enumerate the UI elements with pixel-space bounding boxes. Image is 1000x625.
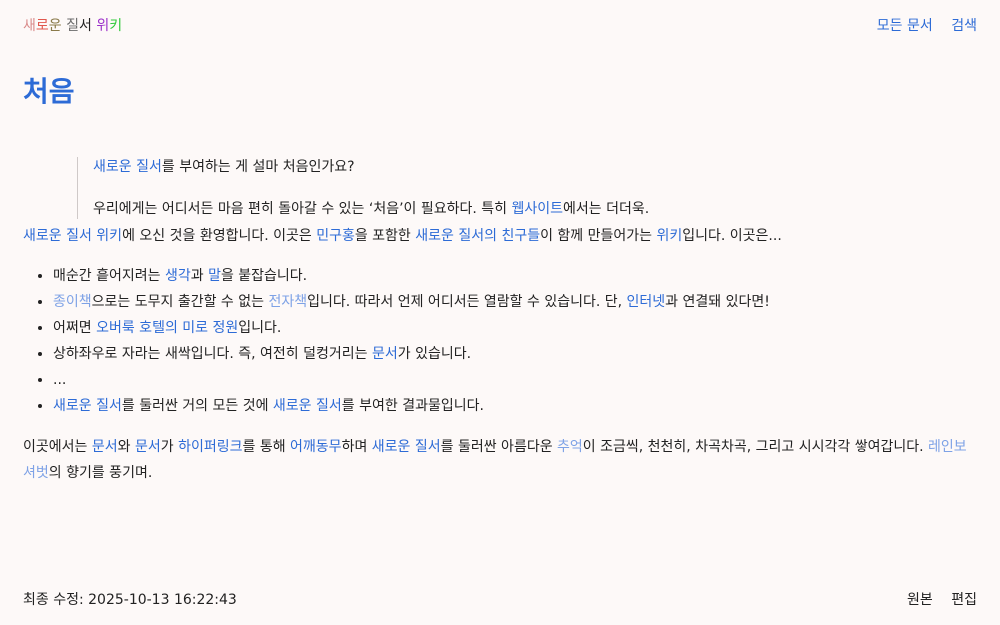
inline-link[interactable]: 문서: [372, 346, 398, 362]
inline-link[interactable]: 오버룩 호텔의 미로 정원: [96, 320, 238, 336]
last-modified-text: 최종 수정: 2025-10-13 16:22:43: [23, 592, 237, 608]
intro-paragraph: 새로운 질서 위키에 오신 것을 환영합니다. 이곳은 민구홍을 포함한 새로운…: [23, 226, 977, 246]
inline-link[interactable]: 새로운 질서 위키: [23, 228, 122, 244]
inline-text: 이곳에서는: [23, 439, 92, 455]
inline-link[interactable]: 문서: [135, 439, 161, 455]
list-item: ...: [53, 367, 977, 393]
footer-actions: 원본 편집: [893, 589, 977, 609]
quote-line-1: 새로운 질서를 부여하는 게 설마 처음인가요?: [93, 157, 793, 177]
site-title-char: 운: [48, 18, 62, 34]
search-link[interactable]: 검색: [951, 18, 977, 34]
site-title-char: 질: [66, 18, 80, 34]
inline-text: 를 부여한 결과물입니다.: [341, 398, 484, 414]
top-nav: 모든 문서 검색: [863, 15, 977, 35]
inline-text: 하며: [341, 439, 372, 455]
inline-link[interactable]: 하이퍼링크: [178, 439, 242, 455]
page-title: 처음: [23, 75, 75, 108]
inline-text: 을 포함한: [354, 228, 416, 244]
inline-link[interactable]: 위키: [656, 228, 682, 244]
top-bar: 새로운 질서 위키 모든 문서 검색: [23, 14, 977, 36]
site-title-char: 키: [109, 18, 123, 34]
inline-text: 으로는 도무지 출간할 수 없는: [91, 294, 269, 310]
feature-list: 매순간 흩어지려는 생각과 말을 붙잡습니다.종이책으로는 도무지 출간할 수 …: [23, 263, 977, 419]
inline-text: 가 있습니다.: [397, 346, 472, 362]
footer: 최종 수정: 2025-10-13 16:22:43 원본 편집: [23, 588, 977, 610]
inline-text: 이 조금씩, 천천히, 차곡차곡, 그리고 시시각각 쌓여갑니다.: [582, 439, 928, 455]
inline-text: 과: [190, 268, 209, 284]
edit-link[interactable]: 편집: [951, 592, 977, 608]
inline-text: 어쩌면: [53, 320, 97, 336]
inline-link[interactable]: 전자책: [268, 294, 307, 310]
inline-text: 과 연결돼 있다면!: [665, 294, 770, 310]
inline-text: ...: [53, 372, 67, 388]
page: 새로운 질서 위키 모든 문서 검색 처음 새로운 질서를 부여하는 게 설마 …: [0, 0, 1000, 625]
inline-text: 가: [160, 439, 179, 455]
inline-text: 를 둘러싼 거의 모든 것에: [121, 398, 273, 414]
inline-text: 입니다. 따라서 언제 어디서든 열람할 수 있습니다. 단,: [307, 294, 627, 310]
list-item: 상하좌우로 자라는 새싹입니다. 즉, 여전히 덜컹거리는 문서가 있습니다.: [53, 341, 977, 367]
inline-link[interactable]: 인터넷: [627, 294, 666, 310]
inline-text: 의 향기를 풍기며.: [48, 465, 153, 481]
inline-text: 을 붙잡습니다.: [220, 268, 308, 284]
all-documents-link[interactable]: 모든 문서: [877, 18, 933, 34]
inline-text: 이 함께 만들어가는: [540, 228, 657, 244]
inline-text: 상하좌우로 자라는 새싹입니다. 즉, 여전히 덜컹거리는: [53, 346, 372, 362]
inline-link[interactable]: 새로운 질서: [372, 439, 441, 455]
source-link[interactable]: 원본: [907, 592, 933, 608]
epigraph-quote: 새로운 질서를 부여하는 게 설마 처음인가요? 우리에게는 어디서든 마음 편…: [77, 157, 793, 219]
inline-link[interactable]: 민구홍: [316, 228, 355, 244]
inline-text: 매순간 흩어지려는: [53, 268, 165, 284]
site-title-link[interactable]: 새로운 질서 위키: [23, 15, 122, 35]
inline-text: 입니다.: [238, 320, 282, 336]
inline-link[interactable]: 말: [208, 268, 221, 284]
inline-link[interactable]: 새로운 질서: [53, 398, 122, 414]
inline-text: 입니다. 이곳은...: [682, 228, 782, 244]
inline-link[interactable]: 웹사이트: [512, 201, 564, 217]
inline-text: 를 둘러싼 아름다운: [440, 439, 558, 455]
inline-link[interactable]: 어깨동무: [290, 439, 342, 455]
list-item: 어쩌면 오버룩 호텔의 미로 정원입니다.: [53, 315, 977, 341]
inline-text: 와: [117, 439, 135, 455]
list-item: 종이책으로는 도무지 출간할 수 없는 전자책입니다. 따라서 언제 어디서든 …: [53, 289, 977, 315]
inline-link[interactable]: 추억: [557, 439, 583, 455]
site-title-char: 서: [79, 18, 92, 34]
inline-text: 에서는 더더욱.: [563, 201, 650, 217]
inline-text: 를 통해: [242, 439, 291, 455]
inline-text: 를 부여하는 게 설마 처음인가요?: [161, 159, 355, 175]
closing-paragraph: 이곳에서는 문서와 문서가 하이퍼링크를 통해 어깨동무하며 새로운 질서를 둘…: [23, 434, 977, 486]
inline-link[interactable]: 새로운 질서의 친구들: [415, 228, 540, 244]
quote-line-2: 우리에게는 어디서든 마음 편히 돌아갈 수 있는 ‘처음’이 필요하다. 특히…: [93, 199, 793, 219]
inline-link[interactable]: 문서: [92, 439, 118, 455]
inline-link[interactable]: 종이책: [53, 294, 92, 310]
list-item: 매순간 흩어지려는 생각과 말을 붙잡습니다.: [53, 263, 977, 289]
inline-text: 우리에게는 어디서든 마음 편히 돌아갈 수 있는 ‘처음’이 필요하다. 특히: [93, 201, 512, 217]
inline-link[interactable]: 생각: [165, 268, 191, 284]
inline-text: 에 오신 것을 환영합니다. 이곳은: [122, 228, 317, 244]
site-title-char: 로: [35, 18, 49, 34]
list-item: 새로운 질서를 둘러싼 거의 모든 것에 새로운 질서를 부여한 결과물입니다.: [53, 393, 977, 419]
inline-link[interactable]: 새로운 질서: [93, 159, 162, 175]
site-title-char: 위: [96, 18, 110, 34]
site-title-char: 새: [23, 18, 36, 34]
inline-link[interactable]: 새로운 질서: [273, 398, 342, 414]
